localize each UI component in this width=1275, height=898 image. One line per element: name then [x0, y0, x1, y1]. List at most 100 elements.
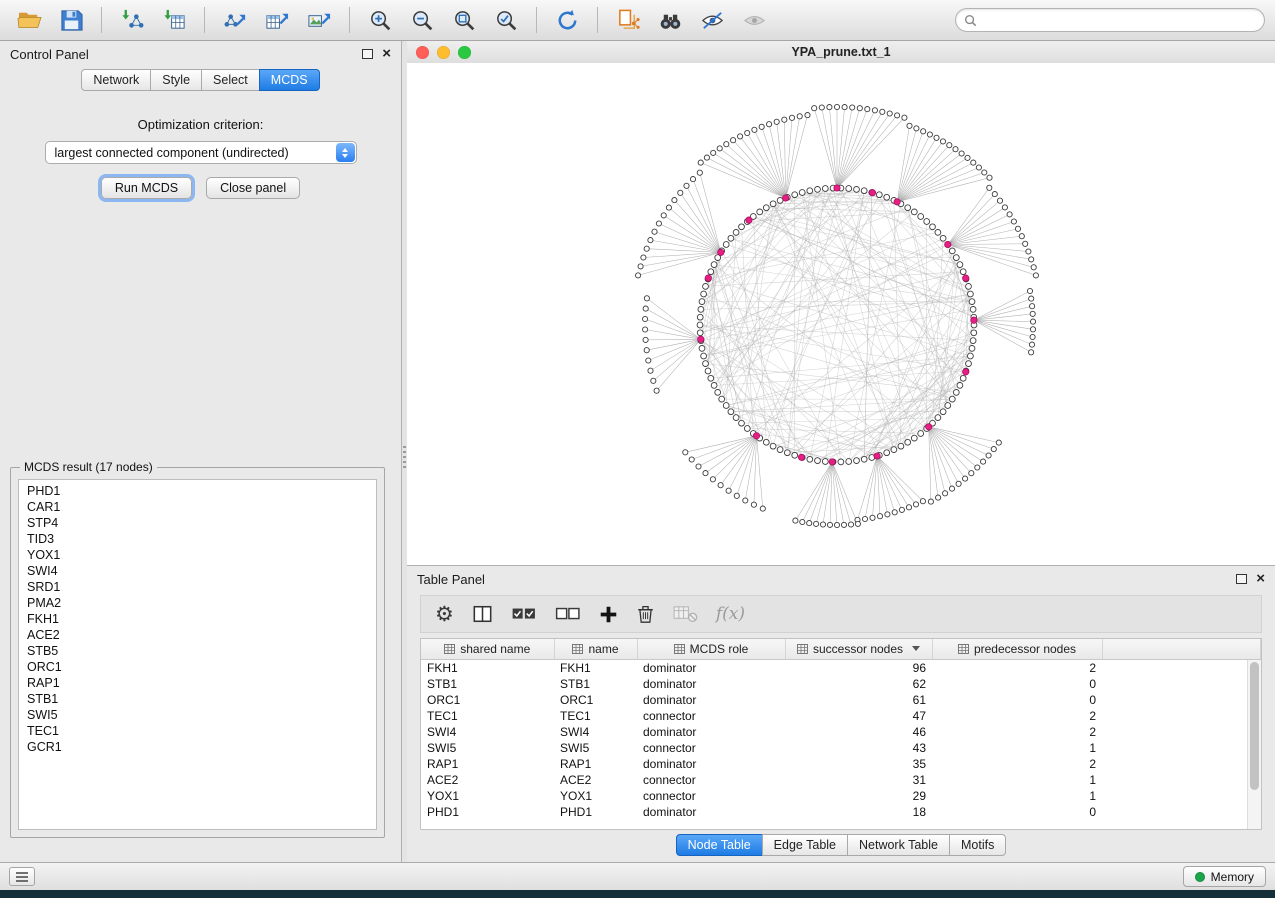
mcds-result-item[interactable]: STB1	[19, 691, 376, 707]
mcds-result-item[interactable]: ORC1	[19, 659, 376, 675]
tab-network[interactable]: Network	[81, 69, 151, 91]
import-table-button[interactable]	[155, 4, 193, 36]
tab-network-table[interactable]: Network Table	[847, 834, 950, 856]
mcds-result-item[interactable]: YOX1	[19, 547, 376, 563]
unselect-all-button[interactable]	[555, 604, 581, 624]
open-file-button[interactable]	[10, 4, 48, 36]
show-graphics-details-button[interactable]	[735, 4, 773, 36]
tab-select[interactable]: Select	[201, 69, 260, 91]
table-settings-button[interactable]: ⚙	[435, 604, 454, 624]
mcds-result-item[interactable]: CAR1	[19, 499, 376, 515]
table-row[interactable]: YOX1YOX1connector291	[421, 788, 1261, 804]
mcds-result-item[interactable]: TEC1	[19, 723, 376, 739]
mcds-result-item[interactable]: SWI4	[19, 563, 376, 579]
mcds-result-item[interactable]: FKH1	[19, 611, 376, 627]
zoom-in-button[interactable]	[361, 4, 399, 36]
show-columns-button[interactable]	[472, 604, 493, 624]
mcds-result-item[interactable]: PMA2	[19, 595, 376, 611]
mcds-result-item[interactable]: STP4	[19, 515, 376, 531]
column-header-mcds-role[interactable]: MCDS role	[637, 639, 785, 659]
search-input[interactable]	[982, 12, 1256, 28]
mcds-result-item[interactable]: STB5	[19, 643, 376, 659]
eye-icon	[742, 8, 767, 33]
hide-graphics-details-button[interactable]	[693, 4, 731, 36]
tab-node-table[interactable]: Node Table	[676, 834, 763, 856]
clone-network-button[interactable]	[609, 4, 647, 36]
column-header-predecessor-nodes[interactable]: predecessor nodes	[932, 639, 1102, 659]
column-type-icon	[674, 644, 685, 654]
column-header-name[interactable]: name	[554, 639, 637, 659]
first-neighbors-button[interactable]	[651, 4, 689, 36]
table-row[interactable]: SWI5SWI5connector431	[421, 740, 1261, 756]
column-header-successor-nodes[interactable]: successor nodes	[785, 639, 932, 659]
close-panel-icon[interactable]: ×	[382, 49, 391, 59]
mcds-result-item[interactable]: TID3	[19, 531, 376, 547]
search-box[interactable]	[955, 8, 1265, 32]
export-network-button[interactable]	[216, 4, 254, 36]
table-row[interactable]: ORC1ORC1dominator610	[421, 692, 1261, 708]
tab-style[interactable]: Style	[150, 69, 202, 91]
close-table-panel-icon[interactable]: ×	[1256, 574, 1265, 584]
criterion-dropdown[interactable]: largest connected component (undirected)	[45, 141, 357, 164]
table-row[interactable]: STB1STB1dominator620	[421, 676, 1261, 692]
select-all-icon	[511, 604, 537, 624]
network-canvas-svg[interactable]	[407, 63, 1275, 565]
memory-label: Memory	[1211, 870, 1254, 884]
network-canvas[interactable]	[407, 63, 1275, 565]
minimize-window-button[interactable]	[437, 46, 450, 59]
table-panel-tabs: Node Table Edge Table Network Table Moti…	[407, 834, 1275, 856]
save-session-button[interactable]	[52, 4, 90, 36]
table-row[interactable]: TEC1TEC1connector472	[421, 708, 1261, 724]
mcds-result-item[interactable]: RAP1	[19, 675, 376, 691]
tab-motifs[interactable]: Motifs	[949, 834, 1006, 856]
mcds-result-item[interactable]: GCR1	[19, 739, 376, 755]
network-window-titlebar[interactable]: YPA_prune.txt_1	[407, 41, 1275, 64]
table-row[interactable]: ACE2ACE2connector311	[421, 772, 1261, 788]
export-image-icon	[307, 8, 332, 33]
mcds-result-item[interactable]: SRD1	[19, 579, 376, 595]
table-row[interactable]: PHD1PHD1dominator180	[421, 804, 1261, 820]
task-history-button[interactable]	[9, 867, 35, 886]
tab-mcds[interactable]: MCDS	[259, 69, 320, 91]
column-header-filler	[1102, 639, 1261, 659]
mcds-result-item[interactable]: ACE2	[19, 627, 376, 643]
select-all-button[interactable]	[511, 604, 537, 624]
fx-icon: f(x)	[716, 604, 745, 624]
delete-row-button[interactable]	[636, 604, 655, 624]
network-window: YPA_prune.txt_1	[407, 41, 1275, 565]
table-toolbar: ⚙ f(x)	[420, 595, 1262, 633]
table-row[interactable]: FKH1FKH1dominator962	[421, 659, 1261, 676]
close-window-button[interactable]	[416, 46, 429, 59]
column-type-icon	[572, 644, 583, 654]
column-header-shared-name[interactable]: shared name	[421, 639, 554, 659]
mcds-result-item[interactable]: SWI5	[19, 707, 376, 723]
table-panel-header: Table Panel ×	[407, 566, 1275, 592]
import-network-button[interactable]	[113, 4, 151, 36]
export-table-button[interactable]	[258, 4, 296, 36]
float-panel-icon[interactable]	[362, 49, 373, 59]
table-panel: Table Panel × ⚙	[407, 565, 1275, 862]
table-row[interactable]: RAP1RAP1dominator352	[421, 756, 1261, 772]
toolbar-separator	[101, 7, 102, 33]
zoom-out-button[interactable]	[403, 4, 441, 36]
zoom-fit-button[interactable]	[445, 4, 483, 36]
application-window: Control Panel × Network Style Select MCD…	[0, 0, 1275, 890]
table-scrollbar[interactable]	[1247, 660, 1261, 829]
table-row[interactable]: SWI4SWI4dominator462	[421, 724, 1261, 740]
tab-edge-table[interactable]: Edge Table	[762, 834, 848, 856]
toolbar-separator	[536, 7, 537, 33]
float-table-panel-icon[interactable]	[1236, 574, 1247, 584]
export-image-button[interactable]	[300, 4, 338, 36]
refresh-button[interactable]	[548, 4, 586, 36]
table-scrollbar-thumb[interactable]	[1250, 662, 1259, 790]
export-table-icon	[265, 8, 290, 33]
add-row-button[interactable]	[599, 605, 618, 624]
close-panel-button[interactable]: Close panel	[206, 177, 300, 199]
mcds-result-item[interactable]: PHD1	[19, 483, 376, 499]
zoom-selected-button[interactable]	[487, 4, 525, 36]
mcds-result-list[interactable]: PHD1CAR1STP4TID3YOX1SWI4SRD1PMA2FKH1ACE2…	[18, 479, 377, 830]
network-window-title: YPA_prune.txt_1	[791, 45, 890, 59]
maximize-window-button[interactable]	[458, 46, 471, 59]
memory-button[interactable]: Memory	[1183, 866, 1266, 887]
run-mcds-button[interactable]: Run MCDS	[101, 177, 192, 199]
